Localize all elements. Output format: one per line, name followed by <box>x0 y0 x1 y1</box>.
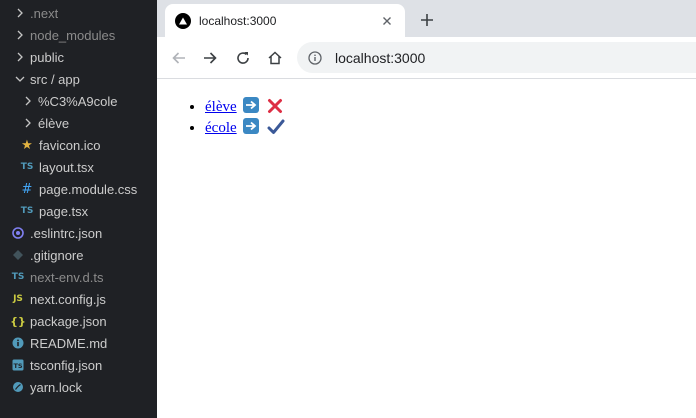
tree-item-label: .gitignore <box>30 247 84 263</box>
info-file-icon <box>11 332 25 354</box>
tree-item-label: .next <box>30 5 59 21</box>
home-icon[interactable] <box>262 45 288 71</box>
ts-file-icon: TS <box>20 162 34 172</box>
star-icon: ★ <box>21 137 33 153</box>
chevron-right-icon <box>22 112 34 134</box>
tree-folder-public[interactable]: public <box>0 46 157 68</box>
page-viewport: élève école <box>157 79 696 418</box>
tree-file-yarn-lock[interactable]: yarn.lock <box>0 376 157 398</box>
browser-tab-active[interactable]: localhost:3000 <box>165 4 405 37</box>
file-explorer-sidebar: .next node_modules public src / app %C3%… <box>0 0 157 418</box>
tree-folder-next[interactable]: .next <box>0 2 157 24</box>
tree-item-label: layout.tsx <box>39 159 94 175</box>
link-ecole[interactable]: école <box>205 120 237 136</box>
tree-file-readme[interactable]: README.md <box>0 332 157 354</box>
js-file-icon: JS <box>13 294 23 304</box>
tree-item-label: next-env.d.ts <box>30 269 104 285</box>
tree-file-tsconfig[interactable]: TS tsconfig.json <box>0 354 157 376</box>
tree-file-next-config[interactable]: JS next.config.js <box>0 288 157 310</box>
git-file-icon <box>11 244 25 266</box>
link-list: élève école <box>157 97 285 139</box>
ts-file-icon: TS <box>11 272 25 282</box>
ts-file-icon: TS <box>20 206 34 216</box>
chevron-right-icon <box>14 46 26 68</box>
tree-file-eslintrc[interactable]: .eslintrc.json <box>0 222 157 244</box>
tree-file-page-tsx[interactable]: TS page.tsx <box>0 200 157 222</box>
yarn-file-icon <box>11 376 25 398</box>
tree-file-next-env[interactable]: TS next-env.d.ts <box>0 266 157 288</box>
chevron-right-icon <box>14 2 26 24</box>
reload-icon[interactable] <box>230 45 256 71</box>
chevron-down-icon <box>14 68 26 90</box>
tree-file-page-module-css[interactable]: # page.module.css <box>0 178 157 200</box>
tree-item-label: tsconfig.json <box>30 357 103 373</box>
list-item: école <box>205 118 285 139</box>
info-circle-icon[interactable] <box>307 50 323 66</box>
tree-item-label: package.json <box>30 313 107 329</box>
browser-toolbar <box>157 37 696 79</box>
tree-item-label: README.md <box>30 335 108 351</box>
tree-file-favicon[interactable]: ★ favicon.ico <box>0 134 157 156</box>
tree-file-layout-tsx[interactable]: TS layout.tsx <box>0 156 157 178</box>
tree-item-label: favicon.ico <box>39 137 101 153</box>
back-arrow-icon[interactable] <box>166 45 192 71</box>
css-file-icon: # <box>21 181 33 197</box>
tree-item-label: page.tsx <box>39 203 89 219</box>
forward-arrow-icon[interactable] <box>197 45 223 71</box>
eslint-file-icon <box>11 222 25 244</box>
list-item: élève <box>205 97 285 118</box>
svg-text:TS: TS <box>13 362 22 370</box>
tree-item-label: node_modules <box>30 27 116 43</box>
new-tab-plus-icon[interactable] <box>415 8 439 32</box>
tree-folder-src-app[interactable]: src / app <box>0 68 157 90</box>
check-mark-icon <box>267 119 285 142</box>
tree-item-label: yarn.lock <box>30 379 83 395</box>
tab-title: localhost:3000 <box>199 13 277 28</box>
nextjs-triangle-icon <box>175 12 191 29</box>
link-eleve[interactable]: élève <box>205 99 237 115</box>
tsconfig-file-icon: TS <box>11 354 25 376</box>
chevron-right-icon <box>14 24 26 46</box>
tree-file-package-json[interactable]: {} package.json <box>0 310 157 332</box>
tree-item-label: élève <box>38 115 70 131</box>
tree-folder-ecole-encoded[interactable]: %C3%A9cole <box>0 90 157 112</box>
close-icon[interactable] <box>379 13 395 29</box>
json-file-icon: {} <box>10 314 26 328</box>
chevron-right-icon <box>22 90 34 112</box>
tree-item-label: .eslintrc.json <box>30 225 103 241</box>
tree-folder-node-modules[interactable]: node_modules <box>0 24 157 46</box>
tree-item-label: page.module.css <box>39 181 138 197</box>
right-arrow-emoji-icon <box>242 118 259 134</box>
tree-item-label: src / app <box>30 71 80 87</box>
tree-folder-eleve[interactable]: élève <box>0 112 157 134</box>
address-bar[interactable] <box>297 42 696 73</box>
tree-item-label: %C3%A9cole <box>38 93 118 109</box>
tree-item-label: public <box>30 49 64 65</box>
tree-file-gitignore[interactable]: .gitignore <box>0 244 157 266</box>
tab-strip: localhost:3000 <box>157 0 696 37</box>
url-input[interactable] <box>335 49 635 66</box>
browser-window: localhost:3000 localhost:3000 • élève • … <box>157 0 696 418</box>
tree-item-label: next.config.js <box>30 291 106 307</box>
right-arrow-emoji-icon <box>242 97 259 113</box>
